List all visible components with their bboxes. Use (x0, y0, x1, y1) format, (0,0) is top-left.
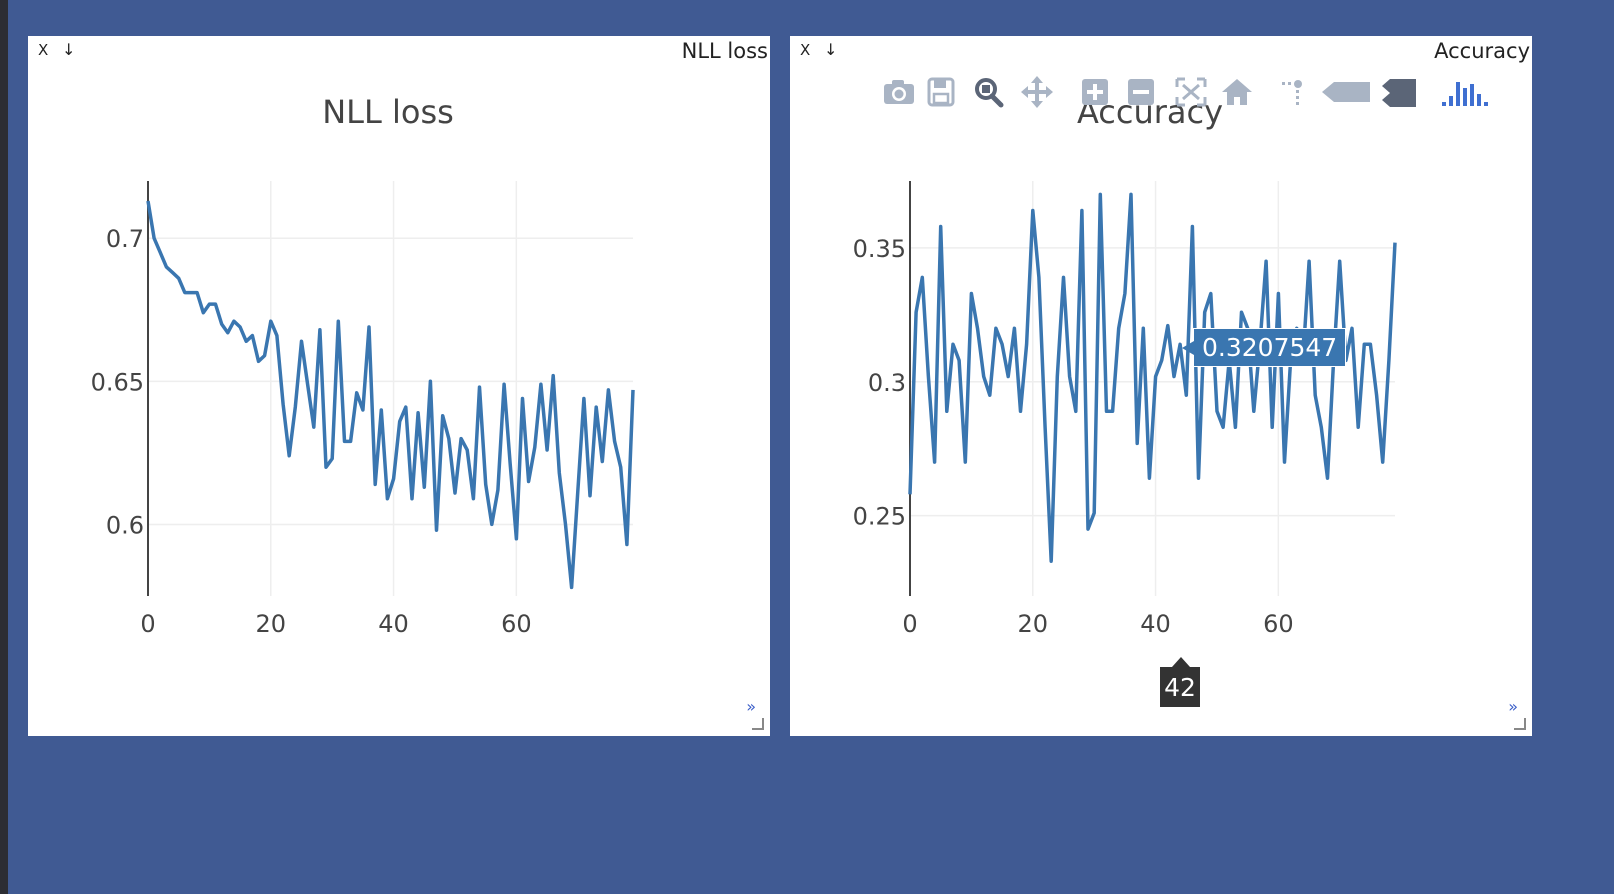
x-tick-label: 0 (902, 610, 917, 638)
spike-lines-icon[interactable] (1276, 74, 1314, 110)
chart-title: NLL loss (322, 93, 454, 131)
y-tick-label: 0.7 (106, 225, 144, 253)
x-tick-label: 40 (1140, 610, 1171, 638)
zoom-icon[interactable] (970, 74, 1008, 110)
zoom-in-icon[interactable] (1076, 74, 1114, 110)
x-tick-label: 20 (1018, 610, 1049, 638)
hover-value-tooltip: 0.3207547 (1181, 328, 1347, 367)
x-tick-label: 20 (256, 610, 287, 638)
y-tick-label: 0.6 (106, 511, 144, 539)
camera-icon[interactable] (880, 74, 918, 110)
save-icon[interactable] (922, 74, 960, 110)
series-line[interactable] (908, 192, 1397, 563)
pane-accuracy: X ↓ Accuracy Accuracy 0 20 40 60 0.25 0.3 0.35 (790, 36, 1532, 736)
home-icon[interactable] (1218, 74, 1256, 110)
series-line[interactable] (146, 200, 635, 590)
plot-modebar (880, 74, 1530, 110)
autoscale-icon[interactable] (1172, 74, 1210, 110)
zoom-out-icon[interactable] (1122, 74, 1160, 110)
hover-compare-icon[interactable] (1380, 74, 1418, 110)
x-tick-label: 60 (501, 610, 532, 638)
hover-closest-icon[interactable] (1320, 74, 1372, 110)
plotly-logo-icon[interactable] (1440, 74, 1490, 110)
x-tick-label: 60 (1263, 610, 1294, 638)
y-tick-label: 0.35 (853, 235, 906, 263)
resize-handle-icon[interactable] (1514, 718, 1526, 730)
hover-x-tooltip: 42 (1160, 657, 1200, 707)
expand-icon[interactable]: » (746, 697, 756, 716)
x-tick-label: 40 (378, 610, 409, 638)
y-tick-label: 0.3 (868, 369, 906, 397)
accuracy-chart[interactable]: Accuracy0 20 40 600.250.30.35 (790, 36, 1532, 736)
y-tick-label: 0.25 (853, 503, 906, 531)
pane-nll-loss: X ↓ NLL loss NLL loss 0 20 40 60 0.6 0.65 0.7 » (28, 36, 770, 736)
pan-icon[interactable] (1018, 74, 1056, 110)
window-edge (0, 0, 8, 894)
expand-icon[interactable]: » (1508, 697, 1518, 716)
x-tick-label: 0 (140, 610, 155, 638)
resize-handle-icon[interactable] (752, 718, 764, 730)
nll-loss-chart[interactable]: NLL loss 0 20 40 60 0.6 0.65 0.7 (28, 36, 770, 736)
y-tick-label: 0.65 (91, 368, 144, 396)
